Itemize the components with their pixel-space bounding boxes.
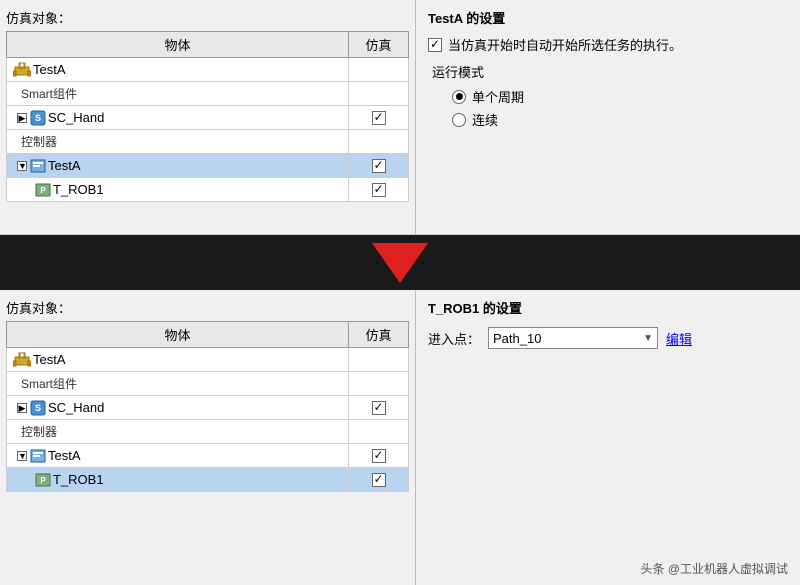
svg-text:P: P: [40, 476, 46, 485]
expand-open-icon-b[interactable]: ▼: [17, 451, 27, 461]
category-label: Smart组件: [21, 377, 77, 391]
table-row: Smart组件: [7, 372, 409, 396]
top-col-body: 物体: [7, 32, 349, 58]
svg-text:S: S: [35, 113, 41, 123]
top-settings-title: TestA 的设置: [428, 8, 788, 27]
checkbox[interactable]: [372, 473, 386, 487]
table-row[interactable]: P T_ROB1: [7, 178, 409, 202]
row-name: TestA: [48, 158, 81, 173]
task-icon: [30, 159, 46, 173]
radio-continuous-label: 连续: [472, 110, 498, 129]
table-row[interactable]: ▼ TestA: [7, 444, 409, 468]
row-name: SC_Hand: [48, 400, 104, 415]
bottom-col-body: 物体: [7, 322, 349, 348]
category-label: Smart组件: [21, 87, 77, 101]
watermark: 头条 @工业机器人虚拟调试: [640, 560, 788, 577]
row-name: TestA: [48, 448, 81, 463]
table-row[interactable]: TestA: [7, 348, 409, 372]
table-row[interactable]: P T_ROB1: [7, 468, 409, 492]
robot-icon: [13, 61, 31, 79]
top-col-sim: 仿真: [349, 32, 409, 58]
edit-link[interactable]: 编辑: [666, 329, 692, 348]
radio-single-btn[interactable]: [452, 90, 466, 104]
svg-text:P: P: [40, 186, 46, 195]
radio-single-cycle[interactable]: 单个周期: [452, 87, 788, 106]
table-row: 控制器: [7, 130, 409, 154]
row-name: T_ROB1: [53, 472, 104, 487]
prog-icon: P: [35, 183, 51, 197]
entry-label: 进入点：: [428, 329, 480, 348]
arrow-section: [0, 235, 800, 290]
table-row[interactable]: ▶ S SC_Hand: [7, 106, 409, 130]
checkbox[interactable]: [372, 111, 386, 125]
task-icon: [30, 449, 46, 463]
component-icon: S: [30, 400, 46, 416]
table-row[interactable]: TestA: [7, 58, 409, 82]
table-row[interactable]: ▶ S SC_Hand: [7, 396, 409, 420]
radio-single-label: 单个周期: [472, 87, 524, 106]
bottom-sim-table: 物体 仿真: [6, 321, 409, 492]
auto-start-label: 当仿真开始时自动开始所选任务的执行。: [448, 35, 682, 54]
entry-dropdown[interactable]: Path_10 ▼: [488, 327, 658, 349]
expand-icon-b[interactable]: ▶: [17, 403, 27, 413]
checkbox[interactable]: [372, 183, 386, 197]
top-sim-label: 仿真对象：: [6, 8, 409, 27]
bottom-col-sim: 仿真: [349, 322, 409, 348]
expand-open-icon[interactable]: ▼: [17, 161, 27, 171]
entry-value: Path_10: [493, 331, 541, 346]
auto-start-row: 当仿真开始时自动开始所选任务的执行。: [428, 35, 788, 54]
row-name: TestA: [33, 352, 66, 367]
checkbox[interactable]: [372, 449, 386, 463]
bottom-settings-section: T_ROB1 的设置 进入点： Path_10 ▼ 编辑: [415, 290, 800, 585]
entry-row: 进入点： Path_10 ▼ 编辑: [428, 327, 788, 349]
bottom-sim-label: 仿真对象：: [6, 298, 409, 317]
category-label: 控制器: [21, 425, 57, 439]
svg-text:S: S: [35, 403, 41, 413]
checkbox[interactable]: [372, 401, 386, 415]
top-sim-table: 物体 仿真: [6, 31, 409, 202]
mode-label: 运行模式: [432, 62, 788, 81]
radio-continuous[interactable]: 连续: [452, 110, 788, 129]
arrow-down-icon: [372, 243, 428, 283]
prog-icon: P: [35, 473, 51, 487]
table-row[interactable]: ▼ TestA: [7, 154, 409, 178]
category-label: 控制器: [21, 135, 57, 149]
bottom-sim-table-section: 仿真对象： 物体 仿真: [0, 290, 415, 585]
row-name: SC_Hand: [48, 110, 104, 125]
row-name: T_ROB1: [53, 182, 104, 197]
dropdown-arrow-icon: ▼: [643, 333, 653, 344]
top-settings-section: TestA 的设置 当仿真开始时自动开始所选任务的执行。 运行模式 单个周期 连…: [415, 0, 800, 234]
auto-start-checkbox[interactable]: [428, 38, 442, 52]
checkbox[interactable]: [372, 159, 386, 173]
robot-icon: [13, 351, 31, 369]
row-name: TestA: [33, 62, 66, 77]
table-row: Smart组件: [7, 82, 409, 106]
radio-continuous-btn[interactable]: [452, 113, 466, 127]
table-row: 控制器: [7, 420, 409, 444]
component-icon: S: [30, 110, 46, 126]
top-sim-table-section: 仿真对象： 物体 仿真: [0, 0, 415, 234]
expand-icon[interactable]: ▶: [17, 113, 27, 123]
bottom-settings-title: T_ROB1 的设置: [428, 298, 788, 317]
